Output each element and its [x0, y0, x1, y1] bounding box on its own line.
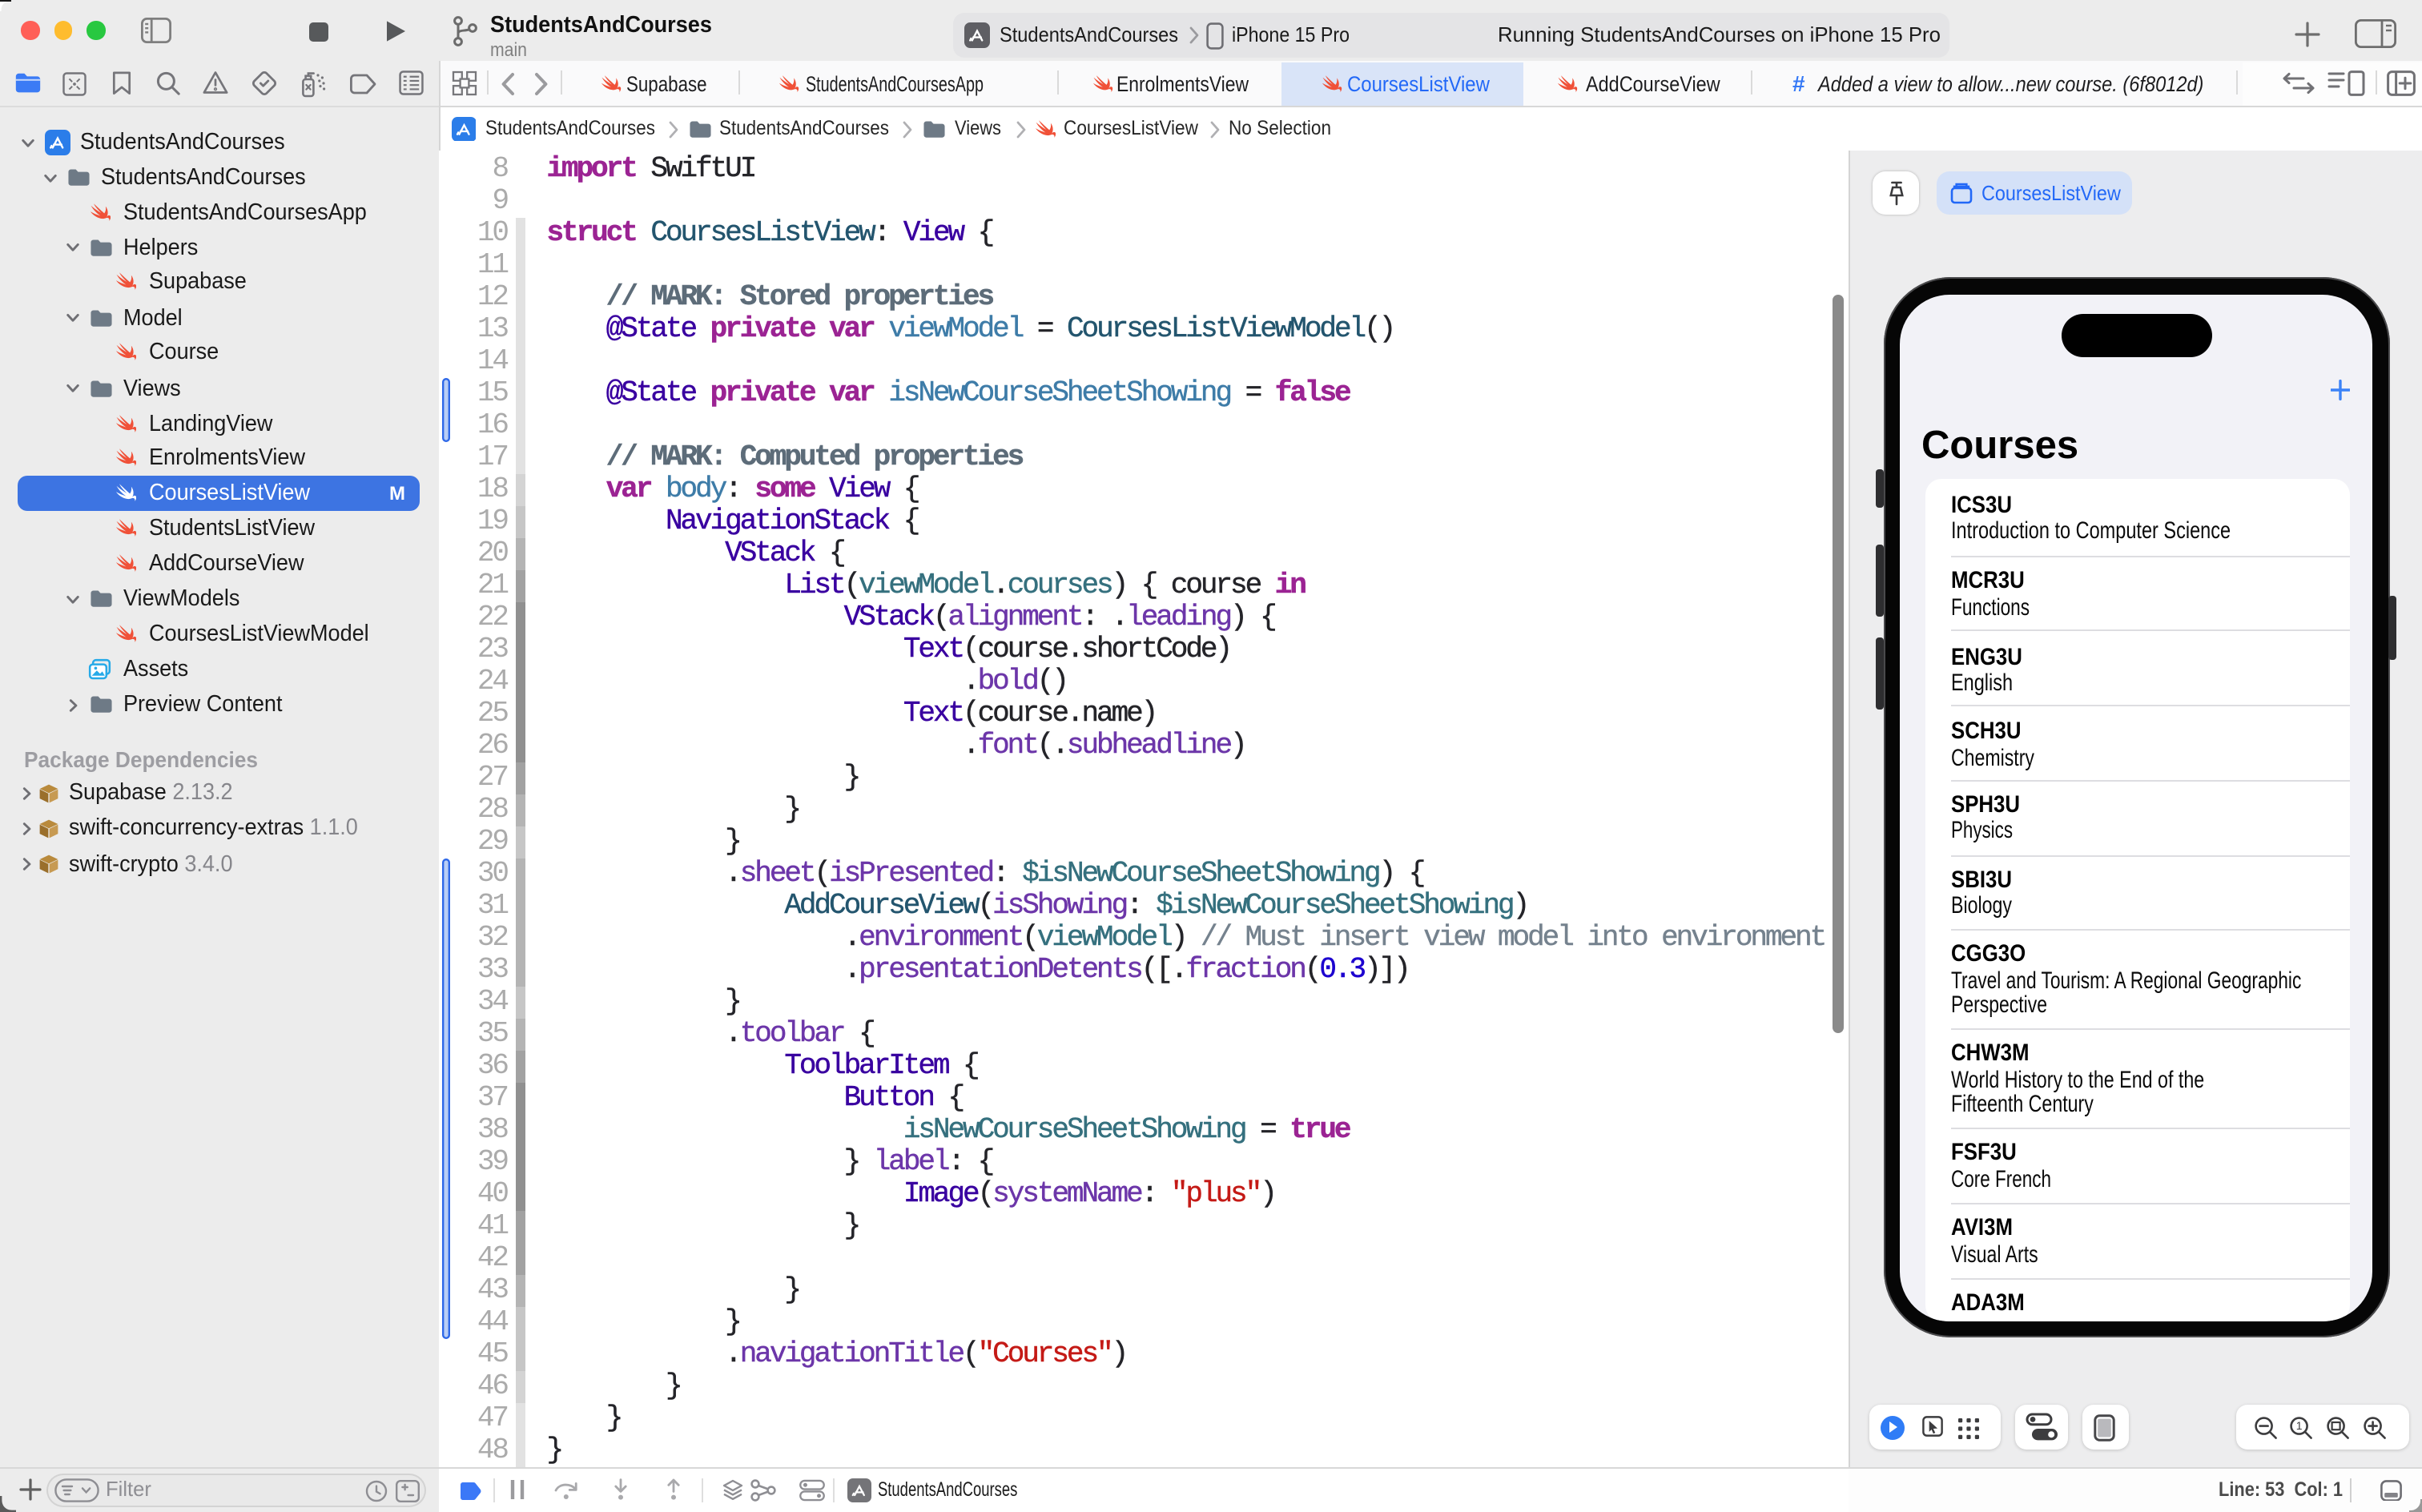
svg-text:1: 1	[2296, 1418, 2303, 1431]
